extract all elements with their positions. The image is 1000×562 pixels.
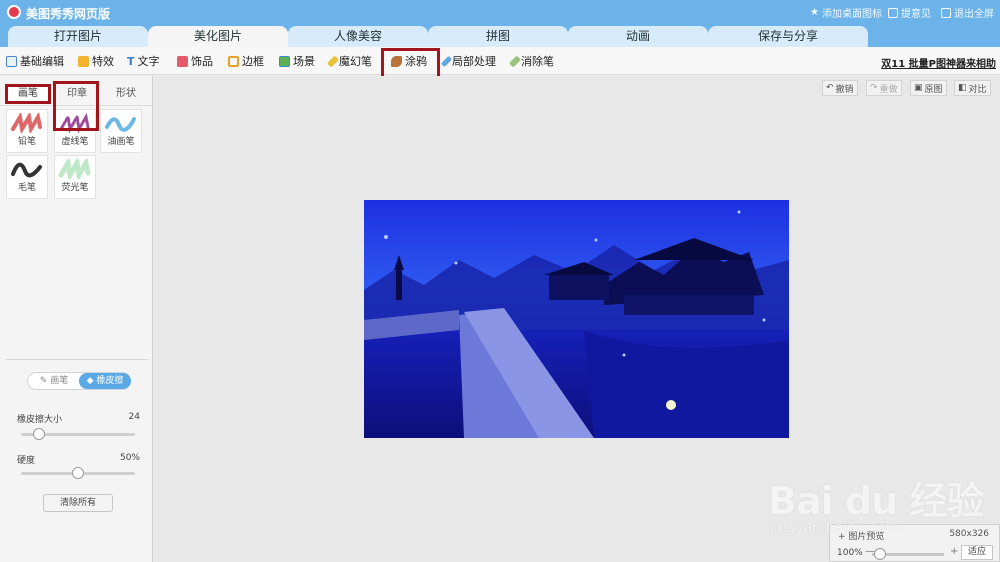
zoom-slider[interactable] (872, 548, 944, 560)
exit-fullscreen-link[interactable]: 退出全屏 (941, 5, 994, 20)
ink-stroke-icon (11, 162, 42, 178)
subtab-brush[interactable]: 画笔 (5, 84, 51, 104)
edit-icon (6, 55, 17, 67)
pen-icon (326, 54, 340, 68)
undo-icon: ↶ (826, 83, 834, 93)
main-tab-bar: 打开图片 美化图片 人像美容 拼图 动画 保存与分享 (0, 24, 1000, 47)
brush-mode-icon: ✎ (39, 376, 48, 386)
mode-toggle[interactable]: ✎ 画笔 ◆ 橡皮擦 (27, 372, 131, 390)
zoom-knob[interactable] (874, 548, 886, 560)
feedback-link[interactable]: 提意见 (888, 5, 931, 20)
highlighter-stroke-icon (58, 159, 91, 179)
tool-accessories[interactable]: 饰品 (177, 53, 213, 69)
zoom-in-button[interactable]: + (950, 546, 958, 557)
left-panel: 画笔 印章 形状 铅笔 虚线笔 油画笔 毛笔 荧光笔 ✎ 画笔 ◆ 橡皮擦 橡皮… (0, 76, 153, 562)
tool-frame[interactable]: 边框 (228, 53, 264, 69)
fit-button[interactable]: 适应 (961, 545, 993, 560)
tab-collage[interactable]: 拼图 (428, 26, 568, 47)
mode-eraser[interactable]: ◆ 橡皮擦 (79, 373, 131, 389)
eraser-size-knob[interactable] (33, 428, 45, 440)
subtab-shape[interactable]: 形状 (103, 84, 149, 104)
eraser-size-label: 橡皮擦大小 (17, 415, 63, 425)
brush-highlighter[interactable]: 荧光笔 (54, 155, 96, 199)
watermark-url: jingyan.baidu.com (770, 520, 900, 536)
clear-all-button[interactable]: 清除所有 (43, 494, 113, 512)
star-icon: ★ (810, 7, 819, 18)
tool-local-adjust[interactable]: 局部处理 (440, 53, 496, 69)
pencil-stroke-icon (11, 113, 42, 133)
brush-ink[interactable]: 毛笔 (6, 155, 48, 199)
tool-text[interactable]: T 文字 (127, 53, 160, 69)
edited-photo[interactable] (364, 200, 789, 438)
app-title: 美图秀秀网页版 (26, 7, 111, 21)
magic-wand-icon (78, 55, 89, 67)
zoom-level: 100% (837, 548, 863, 558)
add-desktop-icon-link[interactable]: ★ 添加桌面图标 (810, 5, 882, 20)
tool-effects[interactable]: 特效 (78, 53, 114, 69)
night-palace-image (364, 200, 789, 438)
original-icon: ▣ (914, 83, 923, 93)
compare-button[interactable]: ◧ 对比 (954, 80, 991, 96)
mode-brush[interactable]: ✎ 画笔 (28, 373, 80, 389)
redo-icon: ↷ (870, 83, 878, 93)
tab-beautify[interactable]: 美化图片 (148, 26, 288, 47)
text-icon: T (127, 54, 135, 68)
hardness-knob[interactable] (72, 467, 84, 479)
compare-icon: ◧ (958, 83, 967, 93)
brush-pencil[interactable]: 铅笔 (6, 109, 48, 153)
app-logo-icon (7, 5, 21, 19)
tab-save-share[interactable]: 保存与分享 (708, 26, 868, 47)
tool-basic-edit[interactable]: 基础编辑 (6, 53, 64, 69)
redo-button[interactable]: ↷ 重做 (866, 80, 902, 96)
hardness-value: 50% (119, 453, 140, 463)
tool-eraser-pen[interactable]: 消除笔 (508, 53, 554, 69)
frame-icon (228, 55, 239, 67)
landscape-icon (279, 55, 290, 67)
eraser-settings: ✎ 画笔 ◆ 橡皮擦 橡皮擦大小 24 硬度 50% 清除所有 (5, 359, 148, 559)
hardness-slider[interactable] (21, 467, 135, 479)
comment-icon (888, 7, 898, 18)
title-bar: 美图秀秀网页版 ★ 添加桌面图标 提意见 退出全屏 (0, 0, 1000, 24)
highlighter-highlight-box (53, 81, 99, 131)
tab-animation[interactable]: 动画 (568, 26, 708, 47)
batch-edit-link[interactable]: 双11 批量P图神器来相助 (881, 55, 996, 70)
undo-button[interactable]: ↶ 撤销 (822, 80, 858, 96)
exit-icon (941, 7, 951, 18)
eraser-size-slider[interactable] (21, 428, 135, 440)
tool-scene[interactable]: 场景 (279, 53, 315, 69)
tab-portrait[interactable]: 人像美容 (288, 26, 428, 47)
tool-bar: 基础编辑 特效 T 文字 饰品 边框 场景 魔幻笔 涂鸦 局部处理 消除笔 双1… (0, 47, 1000, 75)
tool-magic-pen[interactable]: 魔幻笔 (326, 53, 372, 69)
baidu-watermark: Bai du 经验 jingyan.baidu.com (760, 452, 995, 542)
original-button[interactable]: ▣ 原图 (910, 80, 947, 96)
pencil-icon (440, 55, 453, 67)
bow-icon (177, 55, 188, 67)
hardness-label: 硬度 (17, 456, 36, 466)
watermark-brand: Bai du 经验 (768, 479, 984, 523)
brush-oil[interactable]: 油画笔 (100, 109, 142, 153)
eraser-size-value: 24 (128, 412, 140, 422)
eraser-mode-icon: ◆ (86, 376, 94, 386)
eraser-icon (508, 54, 522, 68)
tab-open-image[interactable]: 打开图片 (8, 26, 148, 47)
oil-stroke-icon (105, 117, 136, 132)
